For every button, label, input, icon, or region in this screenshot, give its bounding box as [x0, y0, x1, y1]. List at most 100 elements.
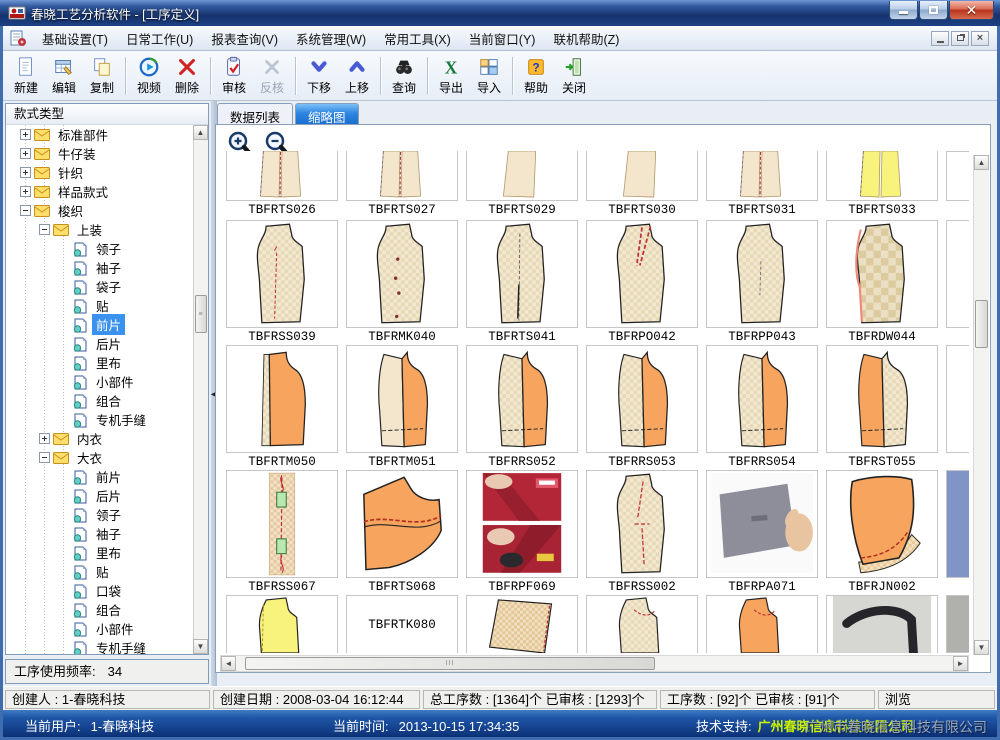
- thumbnail-r4c5[interactable]: [826, 595, 938, 653]
- toolbar-button-delete[interactable]: 删除: [168, 54, 206, 98]
- toolbar-button-help[interactable]: ?帮助: [517, 54, 555, 98]
- thumbnail-TBFRJN002[interactable]: [826, 470, 938, 578]
- toolbar-button-import[interactable]: 导入: [470, 54, 508, 98]
- thumbnail-TBFRTK080[interactable]: TBFRTK080: [346, 595, 458, 653]
- tree-item-后片[interactable]: 后片: [6, 486, 193, 505]
- thumbnail-TBFRTS030[interactable]: [586, 151, 698, 201]
- thumbnail-TBFRRS054[interactable]: [706, 345, 818, 453]
- thumbnail-TBFRDW044[interactable]: [826, 220, 938, 328]
- tree-item-专机手缝[interactable]: 专机手缝: [6, 638, 193, 654]
- collapse-icon[interactable]: [39, 452, 50, 463]
- tree-item-后片[interactable]: 后片: [6, 334, 193, 353]
- mdi-minimize-button[interactable]: [931, 31, 949, 46]
- thumbnail-TBFRTM050[interactable]: [226, 345, 338, 453]
- tree-item-组合[interactable]: 组合: [6, 600, 193, 619]
- tree-item-上装[interactable]: 上装: [6, 220, 193, 239]
- thumbnail-TBFRSS002[interactable]: [586, 470, 698, 578]
- menu-item[interactable]: 常用工具(X): [375, 26, 460, 51]
- minimize-button[interactable]: [889, 1, 918, 20]
- tree-item-针织[interactable]: 针织: [6, 163, 193, 182]
- tree-item-领子[interactable]: 领子: [6, 239, 193, 258]
- tree-item-小部件[interactable]: 小部件: [6, 372, 193, 391]
- thumbnail-TBFRPO042[interactable]: [586, 220, 698, 328]
- tree-item-梭织[interactable]: 梭织: [6, 201, 193, 220]
- close-button[interactable]: ✕: [949, 1, 994, 20]
- expand-icon[interactable]: [20, 186, 31, 197]
- tree-item-组合[interactable]: 组合: [6, 391, 193, 410]
- tree-item-里布[interactable]: 里布: [6, 543, 193, 562]
- menu-item[interactable]: 系统管理(W): [287, 26, 375, 51]
- expand-icon[interactable]: [20, 167, 31, 178]
- thumbnail-r4c0[interactable]: [226, 595, 338, 653]
- tree-scrollbar[interactable]: ▲ ≡ ▼: [193, 125, 208, 654]
- vertical-scrollbar[interactable]: ▲ ▼: [973, 155, 989, 655]
- toolbar-button-export[interactable]: X导出: [432, 54, 470, 98]
- tree-item-领子[interactable]: 领子: [6, 505, 193, 524]
- tree-item-袖子[interactable]: 袖子: [6, 524, 193, 543]
- thumbnail-TBFRTS068[interactable]: [346, 470, 458, 578]
- tree-item-袋子[interactable]: 袋子: [6, 277, 193, 296]
- thumbnail-TBFRPP043[interactable]: [706, 220, 818, 328]
- thumbnail-TBFRRS052[interactable]: [466, 345, 578, 453]
- scroll-left-icon[interactable]: ◄: [221, 656, 236, 671]
- expand-icon[interactable]: [20, 129, 31, 140]
- tree-item-里布[interactable]: 里布: [6, 353, 193, 372]
- toolbar-button-video[interactable]: 视频: [130, 54, 168, 98]
- collapse-icon[interactable]: [39, 224, 50, 235]
- menu-item[interactable]: 日常工作(U): [117, 26, 202, 51]
- thumbnail-r4c2[interactable]: [466, 595, 578, 653]
- tree-item-前片[interactable]: 前片: [6, 315, 193, 334]
- toolbar-button-copy[interactable]: 复制: [83, 54, 121, 98]
- scroll-down-icon[interactable]: ▼: [193, 639, 208, 654]
- thumbnail-TBFRTS033[interactable]: [826, 151, 938, 201]
- scroll-down-icon[interactable]: ▼: [974, 640, 989, 655]
- toolbar-button-up[interactable]: 上移: [338, 54, 376, 98]
- tree-item-贴[interactable]: 贴: [6, 562, 193, 581]
- thumbnail-r4c4[interactable]: [706, 595, 818, 653]
- tree-item-牛仔装[interactable]: 牛仔装: [6, 144, 193, 163]
- menu-item[interactable]: 基础设置(T): [33, 26, 117, 51]
- tree-item-大衣[interactable]: 大衣: [6, 448, 193, 467]
- menu-item[interactable]: 联机帮助(Z): [544, 26, 628, 51]
- thumbnail-TBFRSS039[interactable]: [226, 220, 338, 328]
- thumbnail-TBFRTS041[interactable]: [466, 220, 578, 328]
- maximize-button[interactable]: [919, 1, 948, 20]
- toolbar-button-down[interactable]: 下移: [300, 54, 338, 98]
- thumbnail-TBFRMK040[interactable]: [346, 220, 458, 328]
- thumbnail-TBFRSS067[interactable]: [226, 470, 338, 578]
- toolbar-button-audit[interactable]: 审核: [215, 54, 253, 98]
- tree-item-标准部件[interactable]: 标准部件: [6, 125, 193, 144]
- thumbnail-TBFRTS031[interactable]: [706, 151, 818, 201]
- thumbnail-TBFRRS053[interactable]: [586, 345, 698, 453]
- tree-item-前片[interactable]: 前片: [6, 467, 193, 486]
- toolbar-button-exit[interactable]: 关闭: [555, 54, 593, 98]
- thumbnail-TBFRST055[interactable]: [826, 345, 938, 453]
- collapse-icon[interactable]: [20, 205, 31, 216]
- tree-item-口袋[interactable]: 口袋: [6, 581, 193, 600]
- menu-item[interactable]: 报表查询(V): [202, 26, 287, 51]
- tree-item-专机手缝[interactable]: 专机手缝: [6, 410, 193, 429]
- thumbnail-TBFRPA071[interactable]: [706, 470, 818, 578]
- tree-item-样品款式[interactable]: 样品款式: [6, 182, 193, 201]
- expand-icon[interactable]: [20, 148, 31, 159]
- toolbar-button-search[interactable]: 查询: [385, 54, 423, 98]
- tree-item-小部件[interactable]: 小部件: [6, 619, 193, 638]
- thumbnail-r4c3[interactable]: [586, 595, 698, 653]
- thumbnail-TBFRTS029[interactable]: [466, 151, 578, 201]
- thumbnail-TBFRTM051[interactable]: [346, 345, 458, 453]
- thumbnail-TBFRTS027[interactable]: [346, 151, 458, 201]
- menu-item[interactable]: 当前窗口(Y): [460, 26, 545, 51]
- scroll-up-icon[interactable]: ▲: [193, 125, 208, 140]
- vscroll-thumb[interactable]: [975, 300, 988, 348]
- toolbar-button-edit[interactable]: 编辑: [45, 54, 83, 98]
- scroll-up-icon[interactable]: ▲: [974, 155, 989, 170]
- scroll-right-icon[interactable]: ►: [953, 656, 968, 671]
- thumbnail-TBFRTS026[interactable]: [226, 151, 338, 201]
- toolbar-button-new[interactable]: 新建: [7, 54, 45, 98]
- mdi-restore-button[interactable]: [951, 31, 969, 46]
- tree-item-袖子[interactable]: 袖子: [6, 258, 193, 277]
- mdi-close-button[interactable]: ×: [971, 31, 989, 46]
- tree-scroll-thumb[interactable]: ≡: [195, 295, 207, 333]
- tab-缩略图[interactable]: 缩略图: [295, 103, 359, 124]
- tree-item-贴[interactable]: 贴: [6, 296, 193, 315]
